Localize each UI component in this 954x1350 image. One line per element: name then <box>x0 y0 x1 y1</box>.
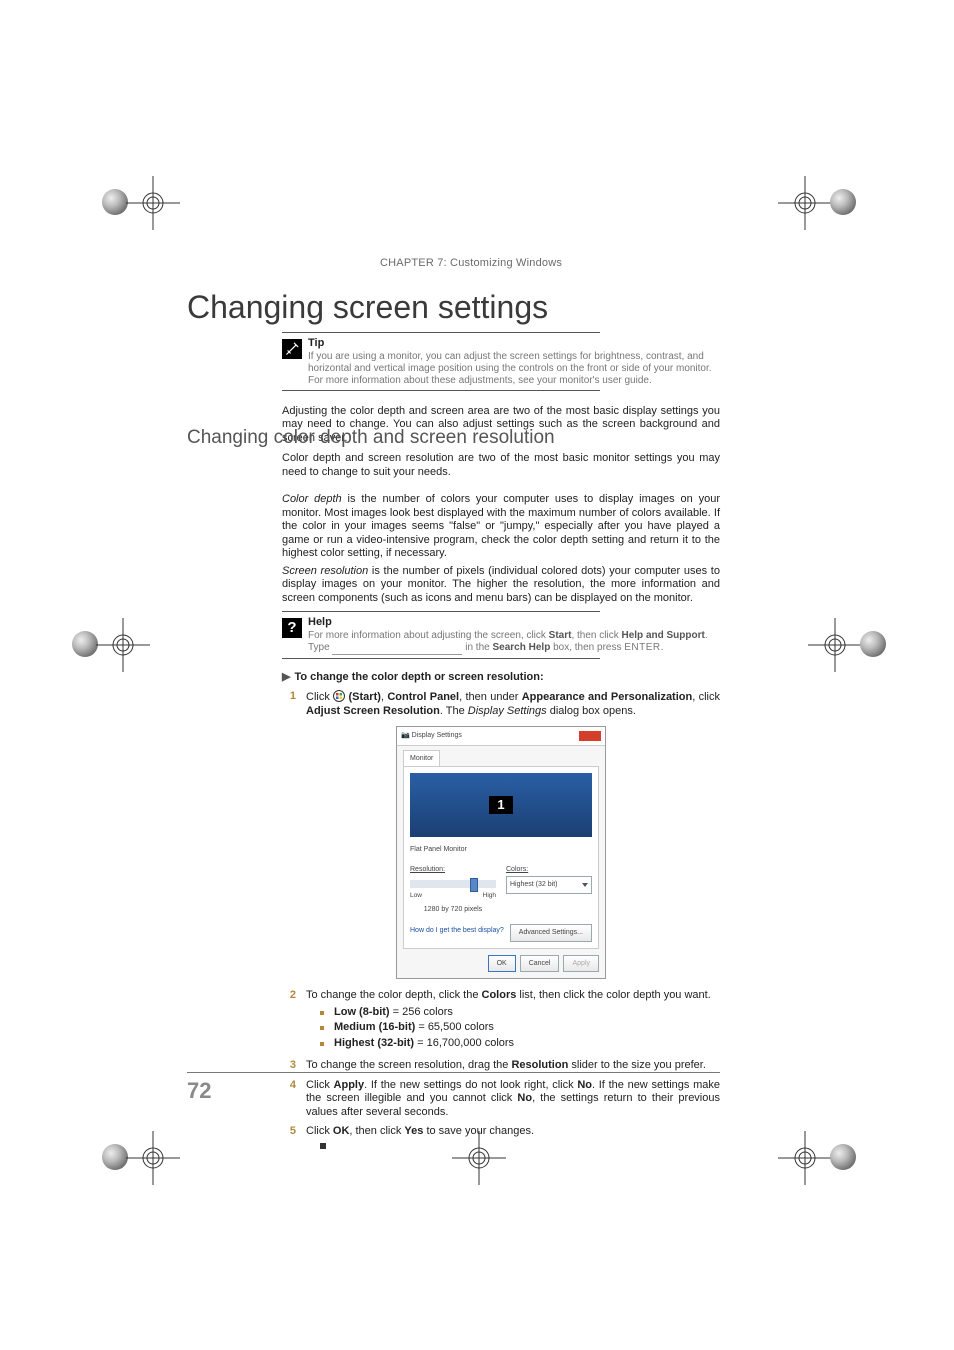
list-item: Medium (16-bit) = 65,500 colors <box>320 1021 720 1035</box>
paragraph: Color depth and screen resolution are tw… <box>282 452 720 479</box>
list-item: Highest (32-bit) = 16,700,000 colors <box>320 1037 720 1051</box>
procedure-heading: ▶To change the color depth or screen res… <box>282 671 720 685</box>
orb-icon <box>102 189 128 215</box>
step-5: 5 Click OK, then click Yes to save your … <box>282 1125 720 1153</box>
crosshair-icon <box>778 176 832 230</box>
windows-logo-icon <box>333 690 345 702</box>
crosshair-icon <box>126 176 180 230</box>
text: is the number of colors your computer us… <box>282 493 720 559</box>
paragraph: Color depth is the number of colors your… <box>282 493 720 561</box>
dialog-title: Display Settings <box>412 732 462 739</box>
resolution-label: Resolution: <box>410 863 496 877</box>
advanced-settings-button: Advanced Settings... <box>510 924 592 942</box>
orb-icon <box>830 189 856 215</box>
procedure-steps: 1 Click (Start), Control Panel, then und… <box>282 690 720 718</box>
resolution-value: 1280 by 720 pixels <box>410 903 496 917</box>
chevron-down-icon <box>582 883 588 887</box>
slider-high: High <box>483 889 496 903</box>
cancel-button: Cancel <box>520 955 560 973</box>
crosshair-icon <box>96 618 150 672</box>
term: Color depth <box>282 493 342 505</box>
help-callout: ? Help For more information about adjust… <box>282 616 720 655</box>
paragraph: Screen resolution is the number of pixel… <box>282 565 720 606</box>
help-text: For more information about adjusting the… <box>308 630 720 655</box>
divider <box>187 1072 720 1073</box>
divider <box>282 332 600 333</box>
orb-icon <box>830 1144 856 1170</box>
tip-label: Tip <box>308 337 720 351</box>
procedure-steps-cont: 2 To change the color depth, click the C… <box>282 989 720 1153</box>
crosshair-icon <box>126 1131 180 1185</box>
step-3: 3 To change the screen resolution, drag … <box>282 1059 720 1073</box>
help-icon: ? <box>282 618 302 638</box>
divider <box>282 390 600 391</box>
monitor-number: 1 <box>489 796 512 814</box>
slider-low: Low <box>410 889 422 903</box>
ok-button: OK <box>488 955 516 973</box>
monitor-preview: 1 <box>410 773 592 837</box>
orb-icon <box>102 1144 128 1170</box>
color-depth-list: Low (8-bit) = 256 colors Medium (16-bit)… <box>320 1006 720 1051</box>
arrow-icon: ▶ <box>282 671 290 683</box>
divider <box>282 611 600 612</box>
tip-callout: Tip If you are using a monitor, you can … <box>282 337 720 387</box>
section-content: Color depth and screen resolution are tw… <box>282 452 720 1153</box>
page: CHAPTER 7: Customizing Windows Changing … <box>0 0 954 1350</box>
close-icon <box>579 731 601 741</box>
page-number: 72 <box>187 1078 211 1104</box>
orb-icon <box>72 631 98 657</box>
tip-text: If you are using a monitor, you can adju… <box>308 351 720 387</box>
apply-button: Apply <box>563 955 599 973</box>
help-link: How do I get the best display? <box>410 927 504 934</box>
colors-select: Highest (32 bit) <box>506 876 592 894</box>
list-item: Low (8-bit) = 256 colors <box>320 1006 720 1020</box>
chapter-header: CHAPTER 7: Customizing Windows <box>380 257 562 269</box>
step-1: 1 Click (Start), Control Panel, then und… <box>282 690 720 718</box>
tip-icon <box>282 339 302 359</box>
end-of-procedure-icon <box>320 1143 326 1149</box>
term: Screen resolution <box>282 565 368 577</box>
divider <box>282 658 600 659</box>
colors-label: Colors: <box>506 863 592 877</box>
help-label: Help <box>308 616 720 630</box>
crosshair-icon <box>778 1131 832 1185</box>
display-settings-dialog-figure: 📷 Display Settings Monitor 1 Flat Panel … <box>396 726 606 979</box>
dialog-tab: Monitor <box>403 750 440 767</box>
section-heading: Changing color depth and screen resoluti… <box>187 427 555 449</box>
step-2: 2 To change the color depth, click the C… <box>282 989 720 1053</box>
monitor-name: Flat Panel Monitor <box>410 843 592 857</box>
orb-icon <box>860 631 886 657</box>
page-title: Changing screen settings <box>187 289 548 326</box>
resolution-slider <box>410 880 496 888</box>
crosshair-icon <box>808 618 862 672</box>
step-4: 4 Click Apply. If the new settings do no… <box>282 1079 720 1120</box>
